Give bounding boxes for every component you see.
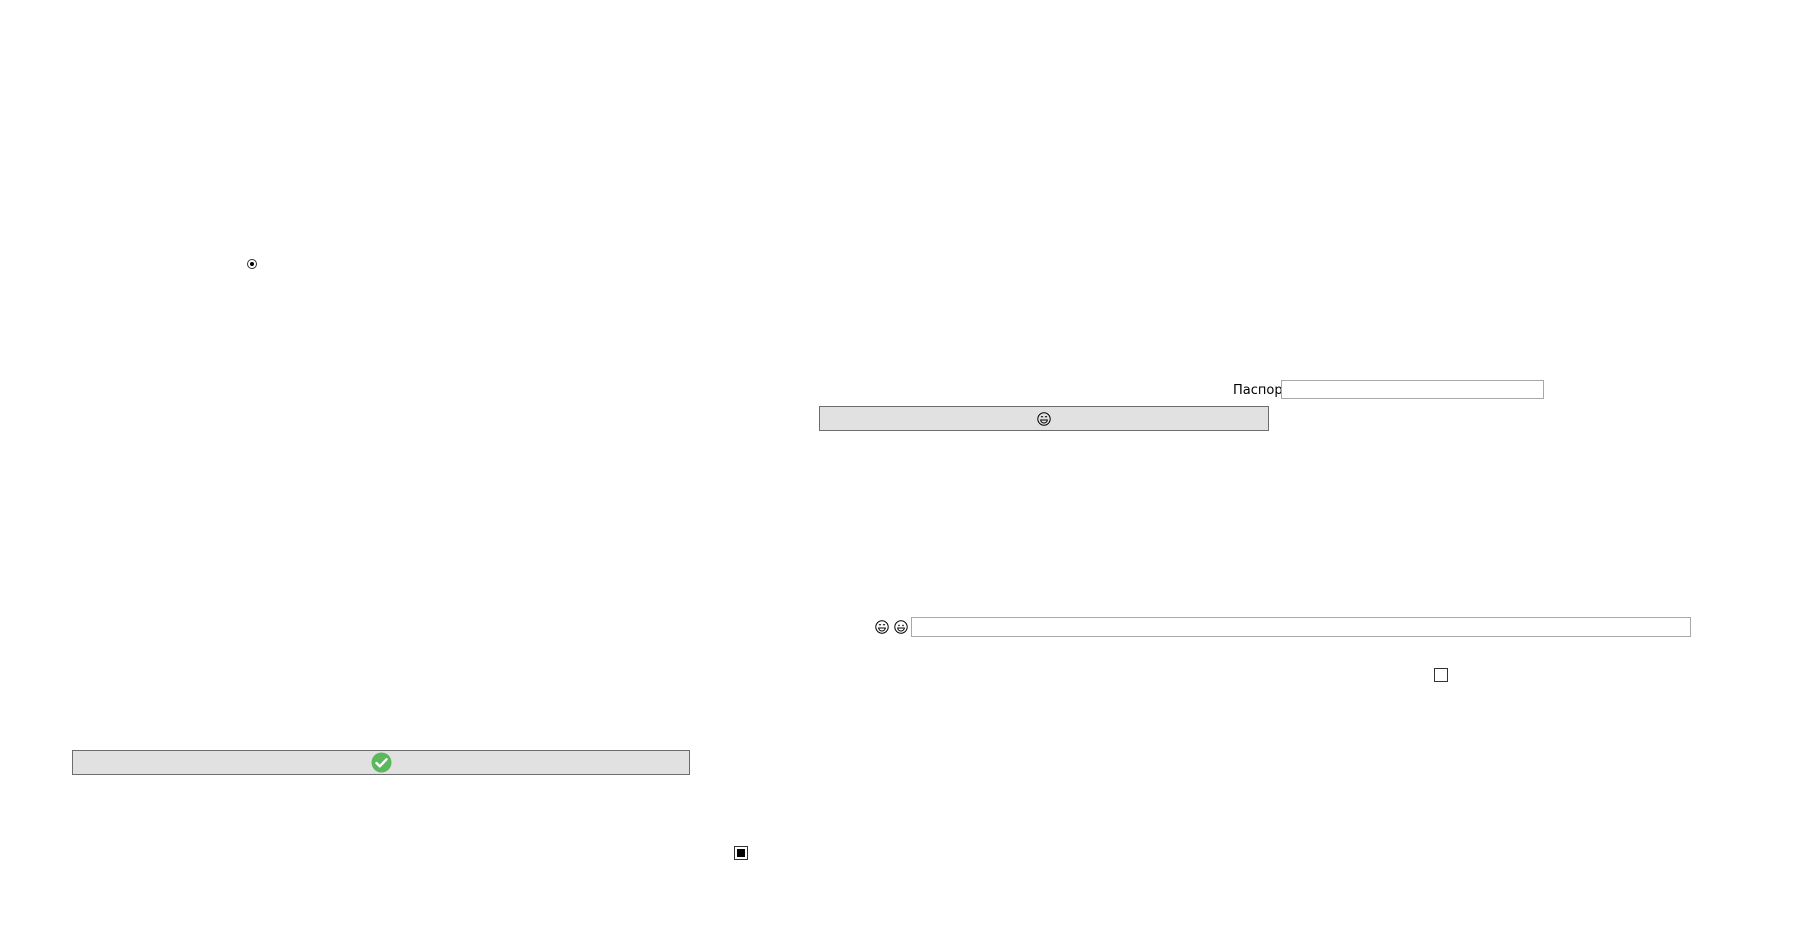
grinning-face-icon [875, 620, 889, 634]
checkbox-unchecked[interactable] [1434, 668, 1448, 682]
checkbox-checked-mark [737, 849, 745, 857]
emoji-button[interactable] [819, 406, 1269, 431]
radio-selected-icon [250, 262, 254, 266]
check-circle-icon [371, 752, 391, 773]
passport-input[interactable] [1281, 380, 1544, 399]
checkbox-checked[interactable] [734, 846, 748, 860]
grinning-face-icon [894, 620, 908, 634]
confirm-button[interactable] [72, 750, 690, 775]
text-input[interactable] [911, 617, 1691, 637]
passport-label: Паспорт [1233, 383, 1291, 398]
emoji-pair [875, 619, 908, 635]
radio-selected[interactable] [247, 259, 257, 269]
grinning-face-icon [1037, 411, 1051, 426]
